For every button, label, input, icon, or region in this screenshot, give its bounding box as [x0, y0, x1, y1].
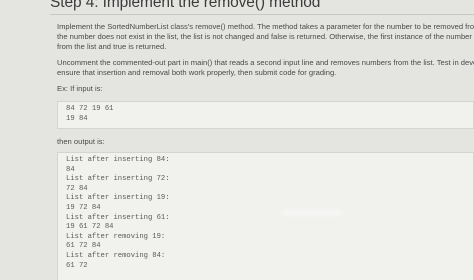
code-line: List after removing 19: [66, 232, 166, 241]
instructions-page: Step 4: Implement the remove() method Im… [0, 0, 474, 280]
step-title: Step 4: Implement the remove() method [50, 0, 321, 11]
instruction-line: Uncomment the commented-out part in main… [57, 58, 474, 67]
remove-instructions: Implement the SortedNumberList class's r… [57, 22, 474, 52]
code-line: 72 84 [66, 184, 88, 193]
glare-smudge [282, 210, 342, 215]
code-line: List after inserting 19: [66, 194, 170, 203]
code-line: 84 72 19 61 [66, 105, 114, 113]
code-line: List after inserting 72: [66, 175, 170, 184]
code-line: 61 72 [66, 261, 88, 270]
example-input-block: 84 72 19 61 19 84 [57, 101, 474, 129]
output-label: then output is: [57, 137, 105, 146]
code-line: List after inserting 84: [66, 156, 170, 164]
instruction-line: from the list and true is returned. [57, 42, 167, 51]
example-label: Ex: If input is: [57, 84, 103, 93]
code-line: 19 84 [66, 114, 88, 123]
instruction-line: ensure that insertion and removal both w… [57, 68, 337, 77]
code-line: 61 72 84 [66, 242, 101, 251]
instruction-line: the number does not exist in the list, t… [57, 32, 474, 41]
code-line: 84 [66, 165, 75, 174]
uncomment-instructions: Uncomment the commented-out part in main… [57, 58, 474, 78]
code-line: 19 61 72 84 [66, 223, 114, 232]
title-divider [50, 14, 474, 15]
example-output-block: List after inserting 84: 84 List after i… [57, 152, 474, 280]
instruction-line: Implement the SortedNumberList class's r… [57, 22, 474, 31]
code-line: List after removing 84: [66, 251, 166, 260]
code-line: 19 72 84 [66, 203, 101, 212]
code-line: List after inserting 61: [66, 213, 170, 222]
